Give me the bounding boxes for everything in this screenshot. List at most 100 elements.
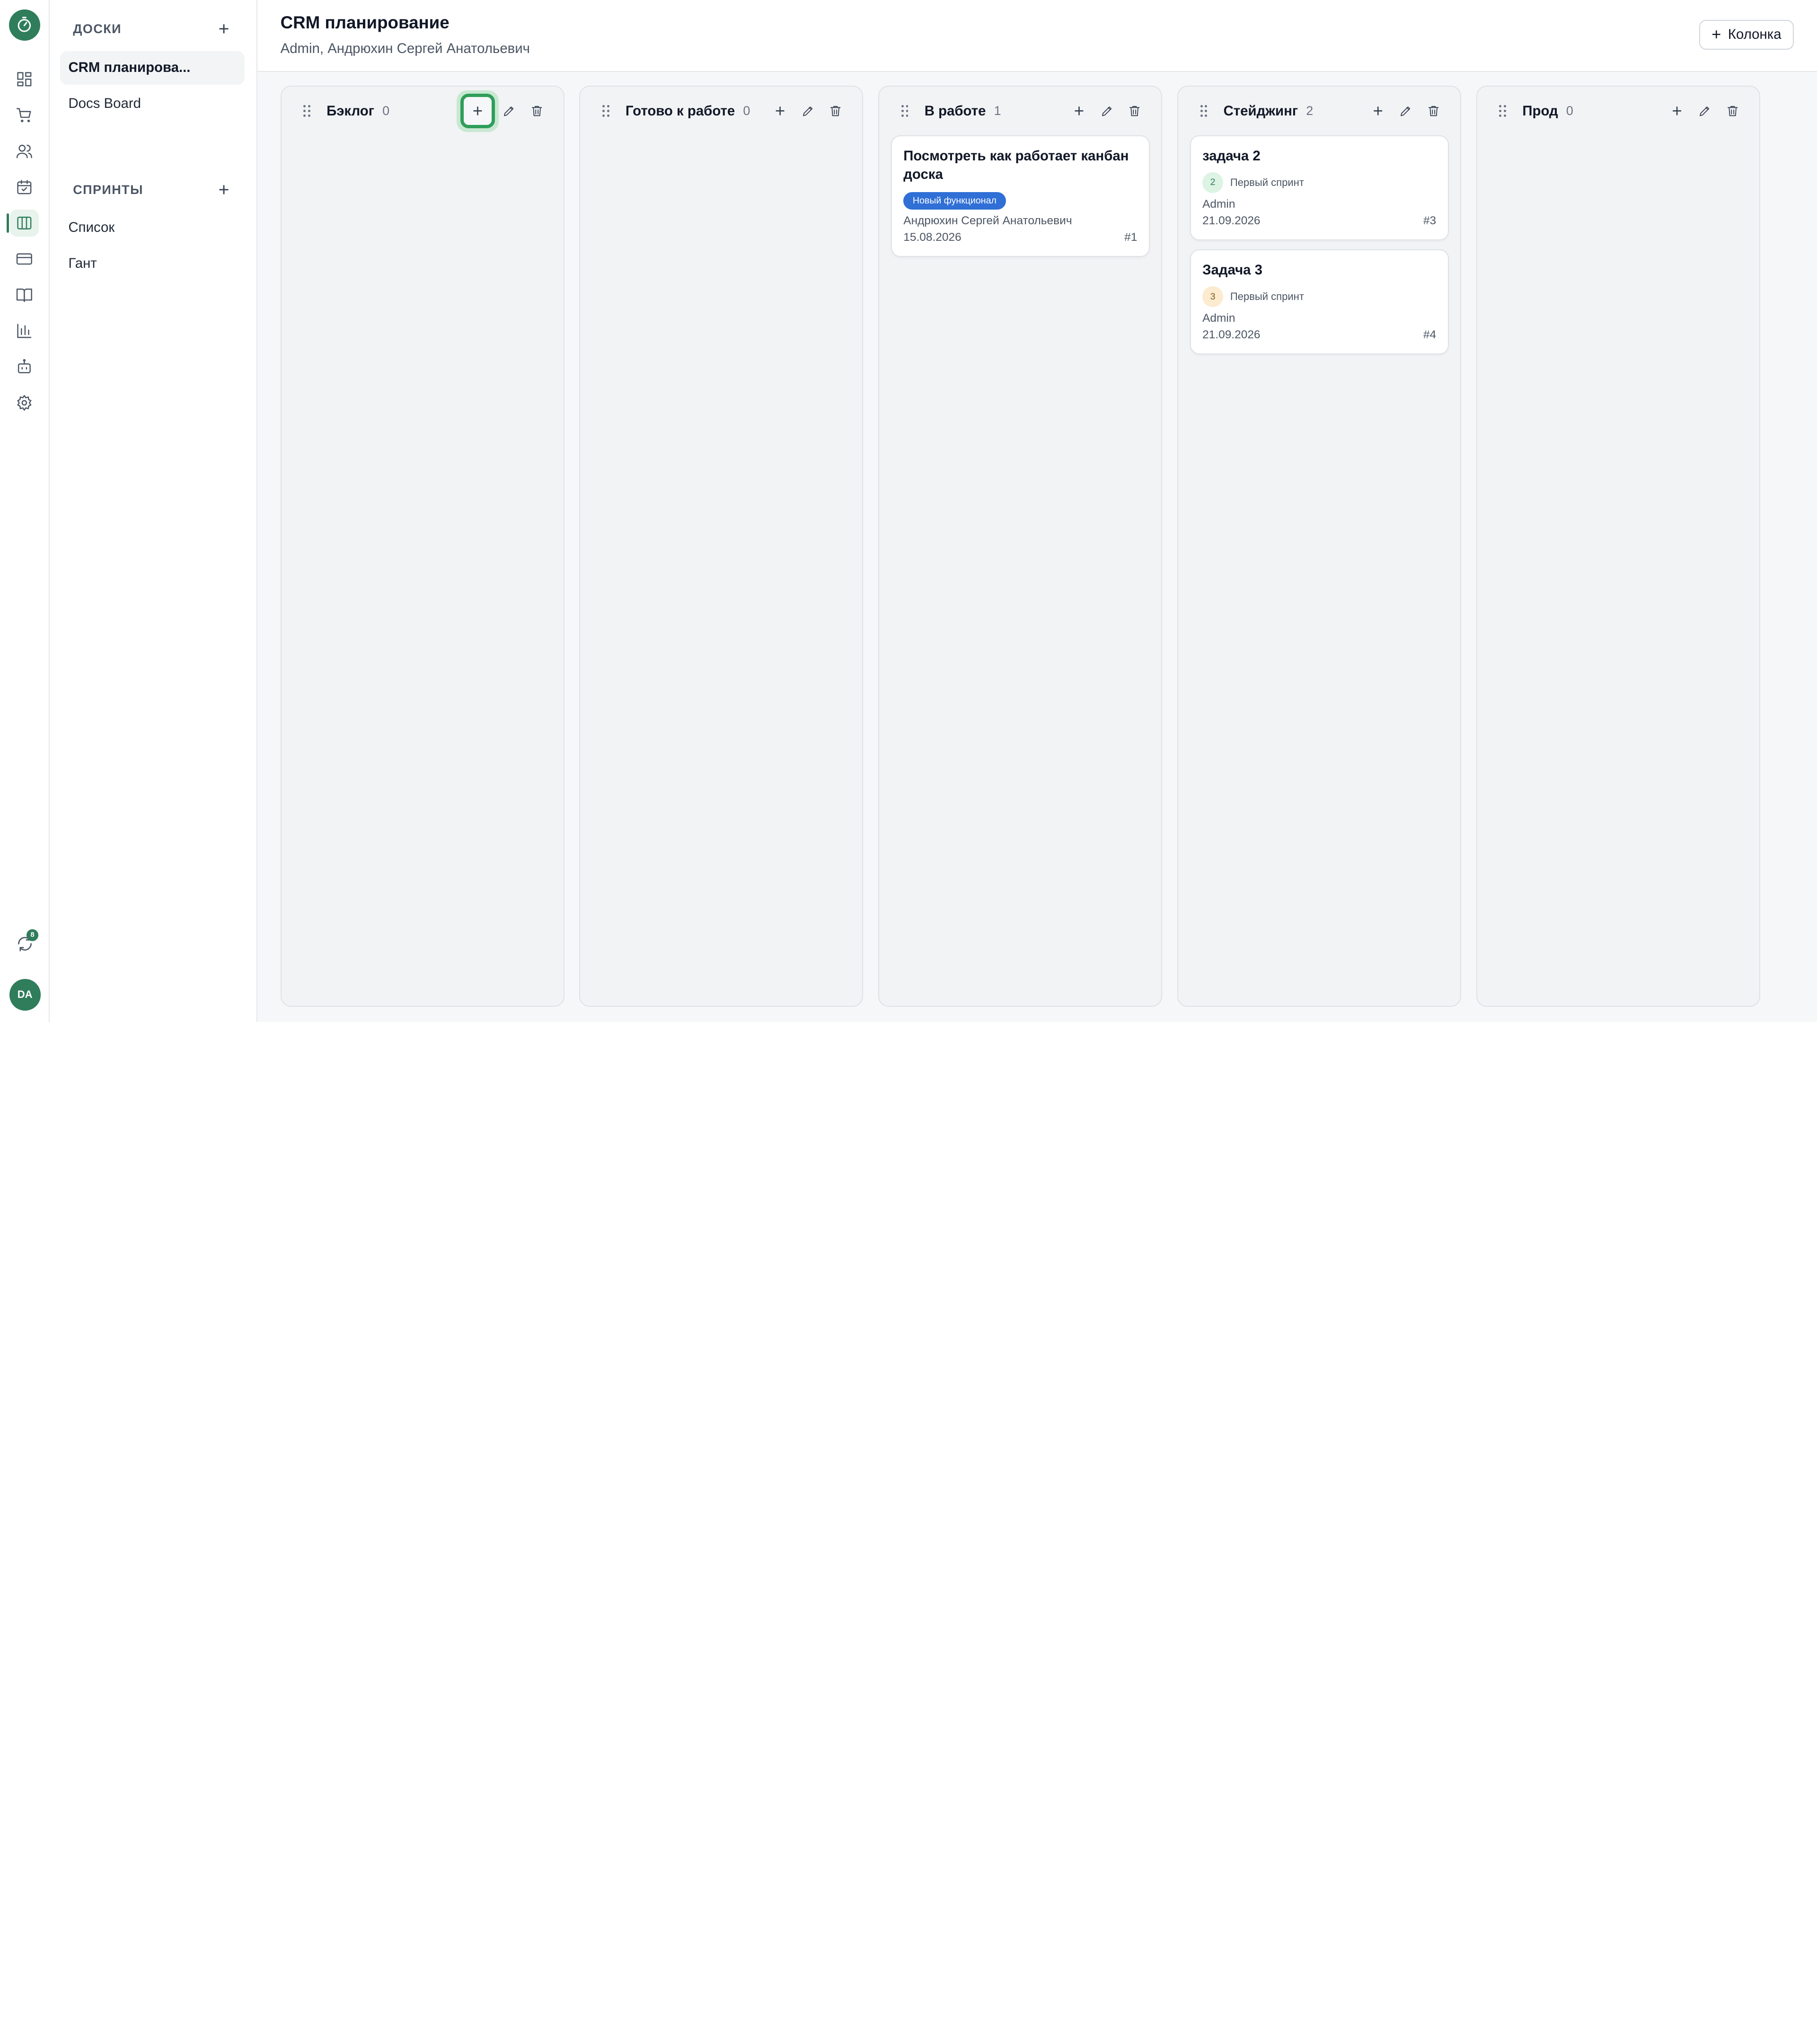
edit-column-button[interactable] bbox=[797, 99, 818, 123]
task-card[interactable]: Посмотреть как работает канбан доска Нов… bbox=[891, 135, 1150, 257]
avatar[interactable]: DA bbox=[9, 979, 41, 1011]
pencil-icon bbox=[503, 106, 514, 116]
trash-icon bbox=[531, 106, 542, 116]
bar-chart-icon[interactable] bbox=[0, 313, 49, 349]
sprints-heading-row: СПРИНТЫ + bbox=[60, 176, 245, 204]
column-title: Готово к работе bbox=[625, 103, 735, 119]
add-sprint-button[interactable]: + bbox=[215, 181, 233, 199]
delete-column-button[interactable] bbox=[825, 99, 846, 123]
sidebar-item-gantt[interactable]: Гант bbox=[60, 247, 245, 281]
main-area: CRM планирование Admin, Андрюхин Сергей … bbox=[257, 0, 1817, 1022]
column-in-progress: В работе 1 + Посмотреть как работает кан… bbox=[878, 86, 1163, 1007]
edit-column-button[interactable] bbox=[1096, 99, 1117, 123]
drag-handle-icon[interactable] bbox=[303, 105, 313, 117]
kanban-board: Бэклог 0 + Готово к работе 0 + В работе … bbox=[257, 72, 1817, 1022]
add-column-label: Колонка bbox=[1728, 26, 1782, 43]
boards-heading: ДОСКИ bbox=[73, 21, 122, 36]
card-date: 21.09.2026 bbox=[1202, 328, 1261, 342]
logo-timer-icon[interactable] bbox=[9, 9, 40, 41]
task-card[interactable]: Задача 3 3 Первый спринт Admin 21.09.202… bbox=[1190, 249, 1449, 354]
page-title: CRM планирование bbox=[280, 12, 450, 32]
calendar-check-icon[interactable] bbox=[0, 169, 49, 205]
app: 8 DA ДОСКИ + CRM планирова... Docs Board… bbox=[0, 0, 1817, 1022]
trash-icon bbox=[1727, 106, 1738, 116]
bot-icon[interactable] bbox=[0, 349, 49, 385]
plus-icon: + bbox=[775, 101, 785, 121]
edit-column-button[interactable] bbox=[1395, 99, 1416, 123]
column-count: 0 bbox=[743, 104, 750, 118]
pencil-icon bbox=[1700, 106, 1710, 116]
plus-icon: + bbox=[1711, 26, 1721, 44]
card-id: #1 bbox=[1124, 231, 1138, 244]
column-count: 0 bbox=[382, 104, 390, 118]
story-points-badge: 2 bbox=[1202, 172, 1224, 194]
sidebar-item-docs-board[interactable]: Docs Board bbox=[60, 87, 245, 121]
card-sprint: Первый спринт bbox=[1230, 176, 1304, 188]
column-title: Бэклог bbox=[326, 103, 374, 119]
trash-icon bbox=[830, 106, 841, 116]
cart-icon[interactable] bbox=[0, 97, 49, 133]
edit-column-button[interactable] bbox=[1694, 99, 1715, 123]
plus-icon: + bbox=[1074, 101, 1085, 121]
delete-column-button[interactable] bbox=[526, 99, 547, 123]
column-count: 2 bbox=[1306, 104, 1314, 118]
column-count: 0 bbox=[1566, 104, 1573, 118]
column-title: В работе bbox=[924, 103, 986, 119]
credit-card-icon[interactable] bbox=[0, 241, 49, 277]
drag-handle-icon[interactable] bbox=[1499, 105, 1508, 117]
column-title: Стейджинг bbox=[1223, 103, 1298, 119]
users-icon[interactable] bbox=[0, 133, 49, 169]
add-card-button[interactable]: + bbox=[1667, 99, 1687, 123]
delete-column-button[interactable] bbox=[1124, 99, 1145, 123]
add-board-button[interactable]: + bbox=[215, 20, 233, 38]
icon-rail: 8 DA bbox=[0, 0, 50, 1022]
story-points-badge: 3 bbox=[1202, 286, 1224, 308]
column-staging: Стейджинг 2 + задача 2 2 Первый спринт A… bbox=[1177, 86, 1462, 1007]
column-title: Прод bbox=[1522, 103, 1558, 119]
plus-icon: + bbox=[1373, 101, 1383, 121]
column-prod: Прод 0 + bbox=[1476, 86, 1760, 1007]
kanban-icon[interactable] bbox=[0, 205, 49, 241]
trash-icon bbox=[1429, 106, 1439, 116]
page-header: CRM планирование Admin, Андрюхин Сергей … bbox=[257, 0, 1817, 72]
card-assignee: Андрюхин Сергей Анатольевич bbox=[903, 214, 1072, 228]
card-title: Посмотреть как работает канбан доска bbox=[903, 148, 1129, 183]
card-sprint: Первый спринт bbox=[1230, 291, 1304, 303]
pencil-icon bbox=[1401, 106, 1411, 116]
sidebar-item-crm-board[interactable]: CRM планирова... bbox=[60, 51, 245, 85]
page-subtitle: Admin, Андрюхин Сергей Анатольевич bbox=[280, 41, 530, 57]
task-card[interactable]: задача 2 2 Первый спринт Admin 21.09.202… bbox=[1190, 135, 1449, 240]
dashboard-icon[interactable] bbox=[0, 62, 49, 97]
book-icon[interactable] bbox=[0, 277, 49, 313]
add-column-button[interactable]: + Колонка bbox=[1699, 19, 1794, 50]
delete-column-button[interactable] bbox=[1423, 99, 1444, 123]
sync-button[interactable]: 8 bbox=[10, 929, 39, 958]
column-ready: Готово к работе 0 + bbox=[579, 86, 864, 1007]
settings-icon[interactable] bbox=[0, 385, 49, 421]
drag-handle-icon[interactable] bbox=[602, 105, 612, 117]
card-assignee: Admin bbox=[1202, 197, 1235, 211]
column-backlog: Бэклог 0 + bbox=[280, 86, 565, 1007]
sync-badge: 8 bbox=[26, 929, 38, 941]
delete-column-button[interactable] bbox=[1722, 99, 1743, 123]
trash-icon bbox=[1129, 106, 1140, 116]
boards-sidebar: ДОСКИ + CRM планирова... Docs Board СПРИ… bbox=[50, 0, 257, 1022]
card-id: #3 bbox=[1423, 214, 1437, 228]
add-card-button[interactable]: + bbox=[457, 90, 499, 132]
pencil-icon bbox=[1102, 106, 1111, 116]
drag-handle-icon[interactable] bbox=[901, 105, 911, 117]
card-date: 15.08.2026 bbox=[903, 231, 961, 244]
add-card-button[interactable]: + bbox=[1367, 99, 1388, 123]
add-card-button[interactable]: + bbox=[770, 99, 791, 123]
add-card-button[interactable]: + bbox=[1068, 99, 1089, 123]
card-assignee: Admin bbox=[1202, 311, 1235, 325]
card-tag: Новый функционал bbox=[903, 192, 1006, 210]
pencil-icon bbox=[803, 106, 812, 116]
plus-icon: + bbox=[1672, 101, 1682, 121]
boards-heading-row: ДОСКИ + bbox=[60, 15, 245, 43]
sidebar-item-list[interactable]: Список bbox=[60, 211, 245, 245]
edit-column-button[interactable] bbox=[499, 99, 520, 123]
drag-handle-icon[interactable] bbox=[1200, 105, 1210, 117]
card-title: Задача 3 bbox=[1202, 262, 1262, 278]
card-title: задача 2 bbox=[1202, 148, 1261, 164]
